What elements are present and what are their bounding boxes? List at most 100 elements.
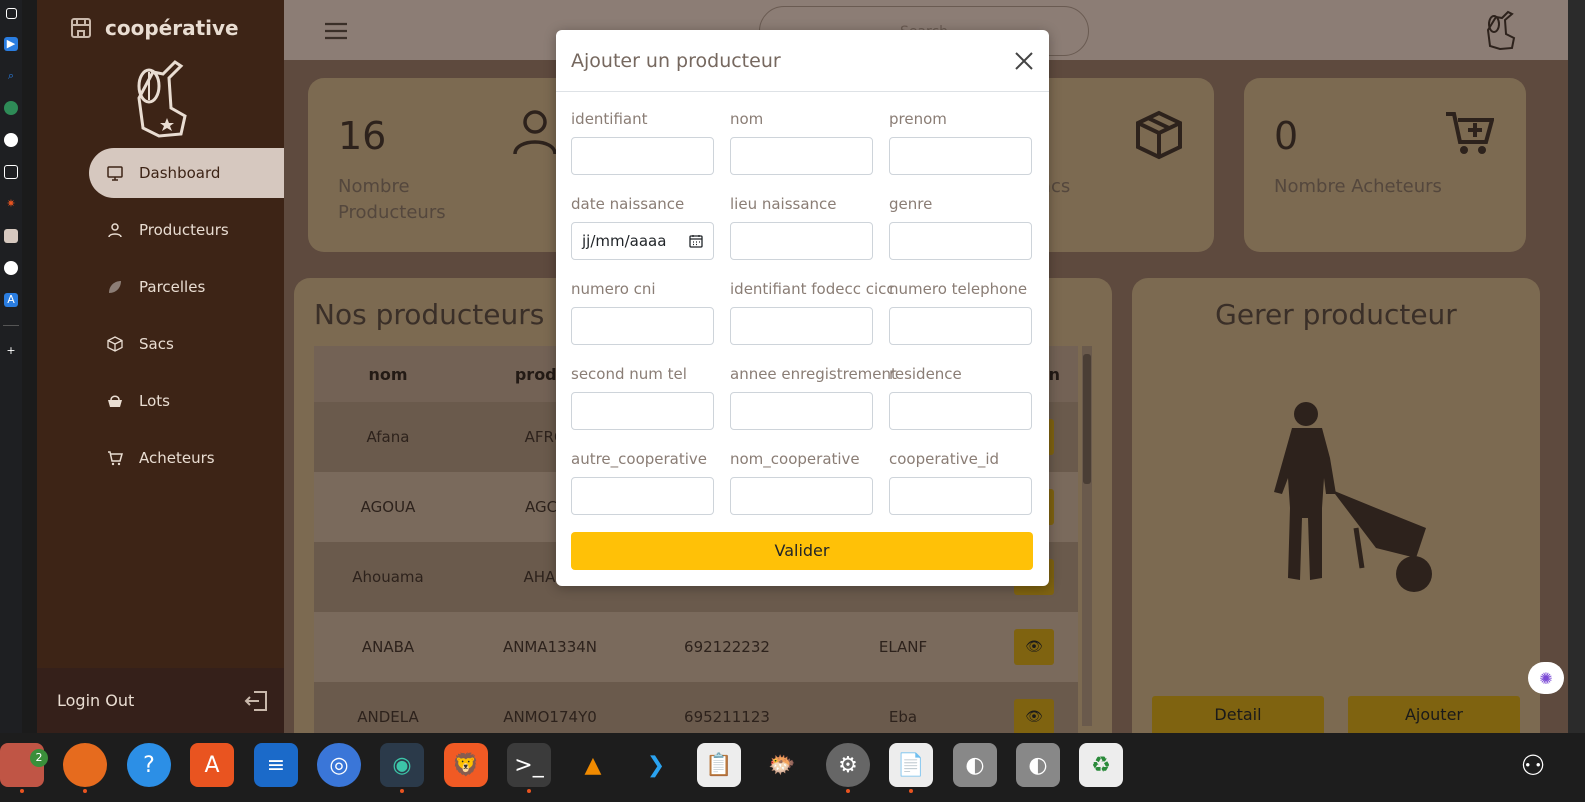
logout-button[interactable]: Login Out [37,668,284,733]
menu-icon[interactable] [325,22,347,40]
stat-label: Nombre Acheteurs [1274,176,1442,197]
trash-icon[interactable]: ♻ [1079,743,1123,787]
cell-code: ANMO174Y0 [503,708,597,726]
sidebar-item-sacs[interactable]: Sacs [89,319,285,369]
sync-icon[interactable] [4,133,18,147]
edge-icon[interactable]: ◉ [380,743,424,793]
disk-icon[interactable]: ◐ [1016,743,1060,787]
document-icon[interactable] [4,165,18,179]
farmer-wheelbarrow-illustration [1274,402,1432,592]
sidebar-item-parcelles[interactable]: Parcelles [89,262,285,312]
chat-icon[interactable] [4,101,18,115]
valider-button[interactable]: Valider [571,532,1033,570]
clipboard-icon[interactable]: 📋 [697,743,741,787]
window-icon[interactable] [5,8,17,19]
residence-input[interactable] [889,392,1032,430]
settings-icon[interactable]: ⚙ [826,743,870,793]
brave-icon[interactable]: 🦁 [444,743,488,787]
pufferfish-icon[interactable]: 🐡 [760,743,804,787]
scrollbar-thumb[interactable] [1083,354,1091,484]
files-icon[interactable]: 2 [0,743,48,793]
vlc-icon[interactable]: ▲ [571,743,615,787]
basket-icon [108,395,122,407]
search-icon[interactable]: ⌕ [4,69,18,83]
cell-lieu: Eba [888,708,918,726]
identifiant-fodecc-input[interactable] [730,307,873,345]
sidebar-item-acheteurs[interactable]: Acheteurs [89,433,285,483]
annee-enregistrement-input[interactable] [730,392,873,430]
view-button[interactable]: 👁 [1014,629,1054,665]
cooperative-app-icon[interactable] [4,229,18,243]
text-editor-icon[interactable]: A [4,293,18,307]
modal-header: Ajouter un producteur [556,30,1049,92]
star-icon[interactable]: ✷ [4,197,18,211]
add-icon[interactable]: + [4,344,18,358]
cell-code: ANMA1334N [502,638,598,656]
nom-cooperative-input[interactable] [730,477,873,515]
ajouter-button[interactable]: Ajouter [1348,696,1520,733]
date-value: jj/mm/aaaa [582,232,667,250]
table-row[interactable]: ANABA ANMA1334N 692122232 ELANF 👁 [314,612,1078,682]
numero-telephone-input[interactable] [889,307,1032,345]
firefox-icon[interactable] [63,743,107,793]
field-label: nom [730,110,764,128]
cooperative-logo [137,60,187,138]
column-header[interactable]: nom [314,365,462,384]
lieu-naissance-input[interactable] [730,222,873,260]
genre-field: genre [889,186,1032,260]
brand[interactable]: coopérative [69,16,239,40]
stat-card-acheteurs[interactable]: 0 Nombre Acheteurs [1244,78,1526,252]
sidebar-item-dashboard[interactable]: Dashboard [89,148,285,198]
gerer-producteur-panel: Gerer producteur Detail Ajouter [1132,278,1540,733]
detail-button[interactable]: Detail [1152,696,1324,733]
chromium-icon[interactable]: ◎ [317,743,361,787]
os-side-dock: ▶ ⌕ ✷ A + [0,0,22,733]
sidebar: coopérative Dashboard Producteurs Parcel… [37,0,285,733]
writer-icon[interactable]: ≡ [254,743,298,787]
field-label: numero telephone [889,280,1028,298]
nom-input[interactable] [730,137,873,175]
app-center-icon[interactable]: A [190,743,234,787]
autre-cooperative-input[interactable] [571,477,714,515]
user-avatar-icon[interactable] [1484,10,1518,50]
stat-number: 16 [338,114,387,158]
store-icon [71,18,91,38]
terminal-icon[interactable]: >_ [507,743,551,793]
numero-cni-input[interactable] [571,307,714,345]
field-label: numero cni [571,280,656,298]
monitor-icon [107,166,123,181]
document-viewer-icon[interactable]: 📄 [889,743,933,793]
disk-icon[interactable]: ◐ [953,743,997,787]
table-row[interactable]: ANDELA ANMO174Y0 695211123 Eba 👁 [314,682,1078,733]
play-icon[interactable]: ▶ [4,37,18,51]
field-label: lieu naissance [730,195,837,213]
identifiant-input[interactable] [571,137,714,175]
date-naissance-input[interactable]: jj/mm/aaaa [571,222,714,260]
sync-icon[interactable] [4,261,18,275]
sidebar-item-producteurs[interactable]: Producteurs [89,205,285,255]
nom-cooperative-field: nom_cooperative [730,441,873,515]
cooperative-id-input[interactable] [889,477,1032,515]
view-button[interactable]: 👁 [1014,699,1054,733]
prenom-input[interactable] [889,137,1032,175]
genre-input[interactable] [889,222,1032,260]
cell-nom: ANABA [361,638,415,656]
show-apps-icon[interactable]: ⚇ [1511,743,1555,787]
vscode-icon[interactable]: ❯ [634,743,678,787]
taskbar: 2 ? A ≡ ◎ ◉ 🦁 >_ ▲ ❯ 📋 🐡 ⚙ 📄 ◐ ◐ ♻ ⚇ [0,733,1585,802]
residence-field: residence [889,356,1032,430]
annee-enregistrement-field: annee enregistrement [730,356,897,430]
cell-nom: ANDELA [357,708,419,726]
assistant-icon[interactable]: ✺ [1528,662,1564,694]
help-icon[interactable]: ? [127,743,171,787]
user-icon [513,110,557,155]
lieu-naissance-field: lieu naissance [730,186,873,260]
close-icon[interactable] [1013,50,1035,72]
calendar-icon[interactable] [689,234,703,248]
second-num-tel-field: second num tel [571,356,714,430]
sidebar-item-label: Lots [139,392,170,410]
cooperative-id-field: cooperative_id [889,441,1032,515]
table-scrollbar[interactable] [1082,346,1092,726]
second-num-tel-input[interactable] [571,392,714,430]
sidebar-item-lots[interactable]: Lots [89,376,285,426]
